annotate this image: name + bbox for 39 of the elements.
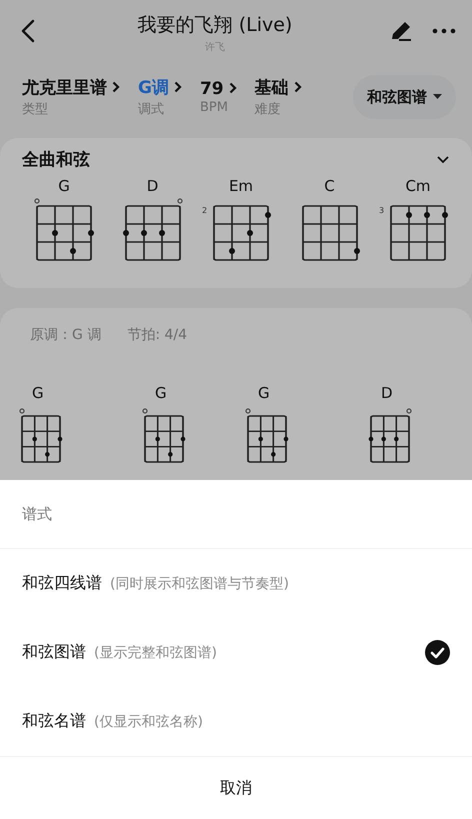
chord-name: Cm bbox=[405, 177, 431, 195]
chord-diagram bbox=[33, 198, 95, 262]
song-title: 我要的飞翔 (Live) bbox=[138, 13, 292, 38]
info-selector[interactable]: 尤克里里谱 类型 bbox=[22, 76, 120, 118]
info-selector[interactable]: 79 BPM bbox=[200, 79, 237, 115]
format-option[interactable]: 和弦图谱 (显示完整和弦图谱) bbox=[0, 618, 472, 687]
chevron-icon bbox=[228, 82, 237, 94]
chord-name: C bbox=[324, 177, 335, 195]
chord-name: D bbox=[381, 384, 393, 402]
chevron-icon bbox=[174, 81, 182, 93]
chord-diagram bbox=[367, 408, 413, 464]
chevron-icon bbox=[294, 81, 302, 93]
back-icon bbox=[20, 19, 36, 43]
cancel-button[interactable]: 取消 bbox=[208, 772, 264, 804]
time-signature: 节拍: 4/4 bbox=[127, 326, 188, 344]
fret-number: 3 bbox=[379, 206, 384, 215]
chord-diagram bbox=[122, 198, 184, 262]
chord-name: D bbox=[146, 177, 158, 195]
format-button[interactable]: 和弦图谱 bbox=[353, 75, 456, 119]
check-icon bbox=[425, 640, 450, 665]
chord-diagram bbox=[244, 408, 290, 464]
chord-name: G bbox=[32, 384, 44, 402]
sheet-title: 谱式 bbox=[22, 504, 52, 524]
chevron-icon bbox=[112, 81, 120, 93]
more-icon bbox=[432, 28, 456, 34]
chord-name: Em bbox=[228, 177, 254, 195]
caret-icon bbox=[433, 94, 442, 100]
info-selector[interactable]: 基础 难度 bbox=[254, 76, 302, 118]
section-title: 全曲和弦 bbox=[22, 149, 90, 171]
chord-name: G bbox=[155, 384, 167, 402]
chord-diagram bbox=[141, 408, 187, 464]
chord-diagram bbox=[18, 408, 64, 464]
chevron-icon[interactable] bbox=[436, 155, 450, 164]
chord-name: G bbox=[258, 384, 270, 402]
format-option[interactable]: 和弦名谱 (仅显示和弦名称) bbox=[0, 687, 472, 756]
format-option[interactable]: 和弦四线谱 (同时展示和弦图谱与节奏型) bbox=[0, 549, 472, 618]
original-key: 原调：G 调 bbox=[30, 326, 102, 344]
fret-number: 2 bbox=[202, 206, 208, 215]
chord-name: G bbox=[58, 177, 70, 195]
